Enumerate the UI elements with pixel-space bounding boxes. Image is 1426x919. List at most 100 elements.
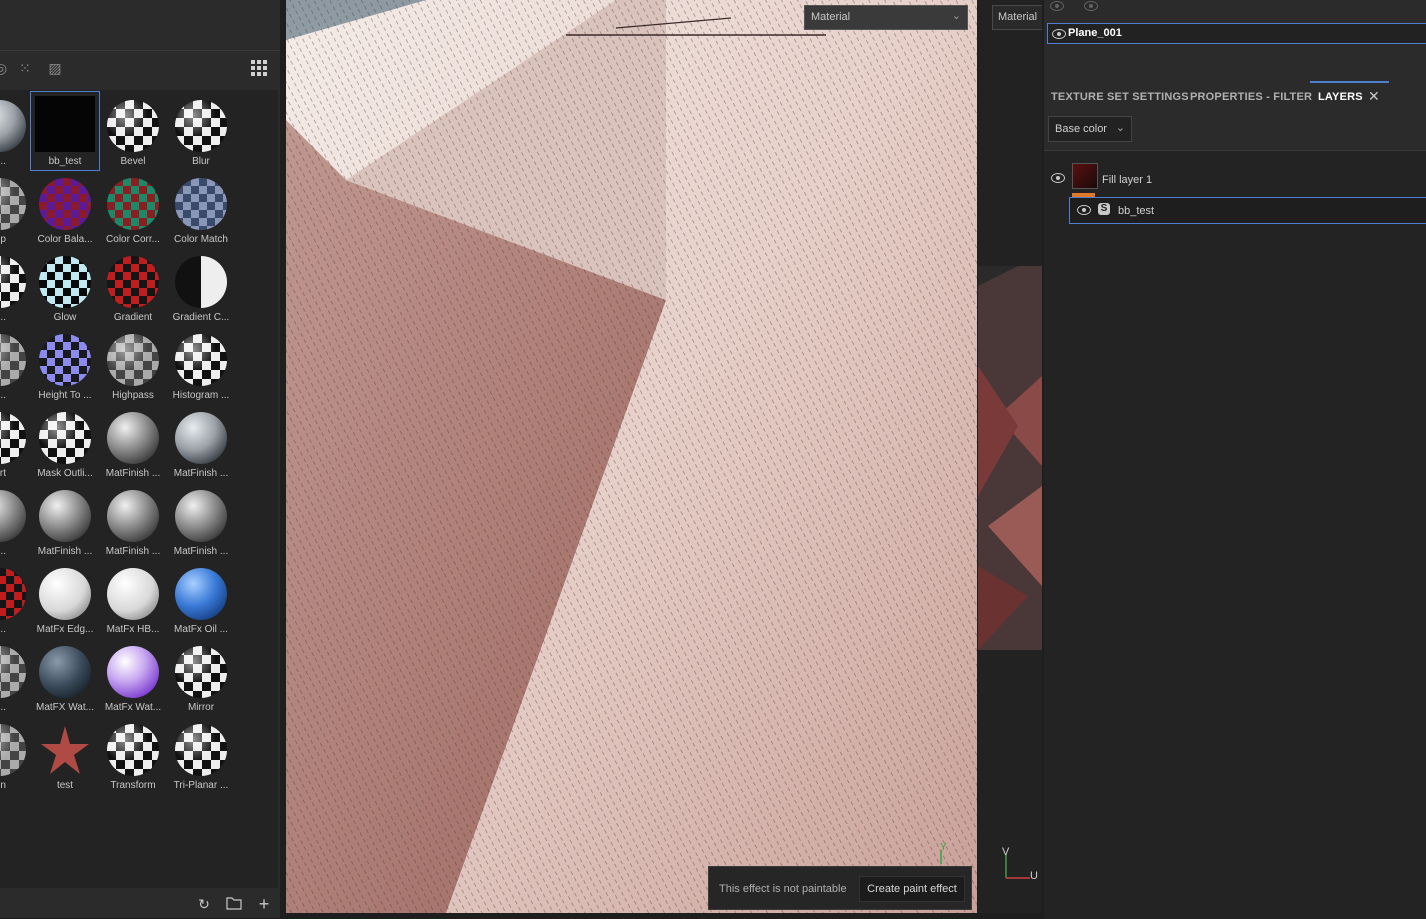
eye-icon[interactable] <box>1052 29 1066 39</box>
shelf-item[interactable]: MatFinish ... <box>167 482 235 560</box>
thumbnail-preview <box>0 724 26 776</box>
shelf-item[interactable]: Histogram ... <box>167 326 235 404</box>
shelf-item-label: Color Match <box>174 234 228 245</box>
shelf-item[interactable]: MatFinish ... <box>31 482 99 560</box>
hidden-eye-icon[interactable] <box>1084 1 1098 11</box>
tab-properties-filter[interactable]: PROPERTIES - FILTER <box>1190 91 1312 103</box>
effect-name: bb_test <box>1118 205 1155 217</box>
effect-row[interactable]: S bb_test <box>1069 197 1426 224</box>
visibility-toggle-icon[interactable] <box>1050 1 1064 11</box>
3d-viewport[interactable]: Material ⌄ Y This effect is not paintabl… <box>286 0 977 913</box>
add-icon[interactable]: + <box>256 895 272 913</box>
thumbnail-preview <box>39 412 91 464</box>
shelf-item-label: Color Bala... <box>37 234 93 245</box>
axis-u-label: U <box>1030 870 1038 882</box>
uv-material-select[interactable]: Material <box>992 5 1042 30</box>
grid-filter-icon[interactable]: ⁙ <box>16 59 34 77</box>
shelf-item[interactable]: Color Bala... <box>31 170 99 248</box>
layer-thumbnail <box>1072 163 1098 189</box>
axis-gizmo: Y <box>934 842 954 866</box>
shelf-item-label: MatFinish ... <box>37 546 93 557</box>
tab-layers[interactable]: LAYERS <box>1318 91 1363 103</box>
shelf-item[interactable]: MatFinish ... <box>99 404 167 482</box>
thumbnail-preview <box>0 568 26 620</box>
shelf-item-label: Ble... <box>0 390 6 401</box>
thumbnail-preview <box>0 100 26 152</box>
layer-name: Fill layer 1 <box>1102 174 1153 186</box>
shelf-item[interactable]: Mirror <box>167 638 235 716</box>
shelf-item[interactable]: MatFx HB... <box>99 560 167 638</box>
shelf-item[interactable]: Transform <box>99 716 167 794</box>
shelf-item-label: Shu... <box>0 702 6 713</box>
close-icon[interactable]: ✕ <box>1368 88 1380 105</box>
shelf-item[interactable]: bb_test <box>30 91 100 171</box>
material-select[interactable]: Material ⌄ <box>804 5 968 30</box>
grid-view-icon[interactable] <box>250 59 268 77</box>
shelf-item[interactable]: MatFx Oil ... <box>167 560 235 638</box>
shelf-item[interactable]: Gradient C... <box>167 248 235 326</box>
star-thumbnail <box>39 724 91 776</box>
shelf-item-label: ert <box>0 468 6 479</box>
folder-icon[interactable] <box>226 896 242 912</box>
create-paint-effect-button[interactable]: Create paint effect <box>859 876 965 902</box>
thumbnail-preview <box>175 256 227 308</box>
shelf-item-label: Transform <box>110 780 156 791</box>
eye-icon[interactable] <box>1051 173 1065 183</box>
chevron-down-icon: ⌄ <box>951 10 961 22</box>
substance-icon: S <box>1098 203 1110 215</box>
channel-select[interactable]: Base color ⌄ <box>1048 116 1132 142</box>
shelf-item[interactable]: Glow <box>31 248 99 326</box>
shelf-item[interactable]: Height To ... <box>31 326 99 404</box>
eye-icon[interactable] <box>1077 205 1091 215</box>
object-row[interactable]: Plane_001 <box>1047 23 1426 44</box>
thumbnail-preview <box>0 646 26 698</box>
filter-icon[interactable]: ◎ <box>0 59 10 77</box>
shelf-item[interactable]: MatFX Wat... <box>31 638 99 716</box>
image-icon[interactable]: ▨ <box>46 59 64 77</box>
thumbnail-preview <box>107 646 159 698</box>
shelf-item[interactable]: test <box>31 716 99 794</box>
thumbnail-preview <box>107 568 159 620</box>
active-tab-indicator <box>1310 81 1389 83</box>
thumbnail-preview <box>39 334 91 386</box>
shelf-grid: Lig... bb_test Bevel Blur mp Color Bala... Col… <box>0 90 278 888</box>
tab-texture-set-settings[interactable]: TEXTURE SET SETTINGS <box>1051 91 1189 103</box>
thumbnail-preview <box>0 412 26 464</box>
shelf-item-label: MatFinish ... <box>105 468 161 479</box>
thumbnail-preview <box>107 724 159 776</box>
layer-row[interactable]: Fill layer 1 <box>1044 157 1426 197</box>
shelf-item[interactable]: Color Corr... <box>99 170 167 248</box>
shelf-item[interactable]: Tri-Planar ... <box>167 716 235 794</box>
shelf-item[interactable]: Mask Outli... <box>31 404 99 482</box>
shelf-item[interactable]: MatFx Edg... <box>31 560 99 638</box>
thumbnail-preview <box>0 256 26 308</box>
shelf-item[interactable]: MatFinish ... <box>99 482 167 560</box>
shelf-item-label: Blur <box>192 156 210 167</box>
shelf-item[interactable]: Blur <box>167 92 235 170</box>
shelf-item[interactable]: Color Match <box>167 170 235 248</box>
toast-message: This effect is not paintable <box>719 883 847 895</box>
shelf-item-label: Bevel <box>120 156 146 167</box>
shelf-item-label: MatFx Edg... <box>36 624 94 635</box>
shelf-item-label: Lig... <box>0 156 6 167</box>
shelf-item[interactable]: Bevel <box>99 92 167 170</box>
channel-value: Base color <box>1055 123 1107 135</box>
thumbnail-preview <box>175 490 227 542</box>
shelf-item[interactable]: MatFx Wat... <box>99 638 167 716</box>
shelf-item[interactable]: Highpass <box>99 326 167 404</box>
thumbnail-preview <box>0 178 26 230</box>
thumbnail-preview <box>39 490 91 542</box>
shelf-toolbar: ◎ ⁙ ▨ <box>0 50 280 87</box>
right-panel: Plane_001 TEXTURE SET SETTINGS PROPERTIE… <box>1044 0 1426 919</box>
uv-viewport[interactable]: Material V U <box>978 0 1042 913</box>
thumbnail-preview <box>0 334 26 386</box>
shelf-item-label: MatFX Wat... <box>36 702 94 713</box>
thumbnail-preview <box>39 256 91 308</box>
shelf-item[interactable]: MatFinish ... <box>167 404 235 482</box>
thumbnail-preview <box>0 490 26 542</box>
shelf-item-label: MatFinish ... <box>105 546 161 557</box>
shelf-item-label: bb_test <box>48 156 82 167</box>
thumbnail-preview <box>175 100 227 152</box>
shelf-item[interactable]: Gradient <box>99 248 167 326</box>
refresh-icon[interactable]: ↻ <box>196 896 212 912</box>
